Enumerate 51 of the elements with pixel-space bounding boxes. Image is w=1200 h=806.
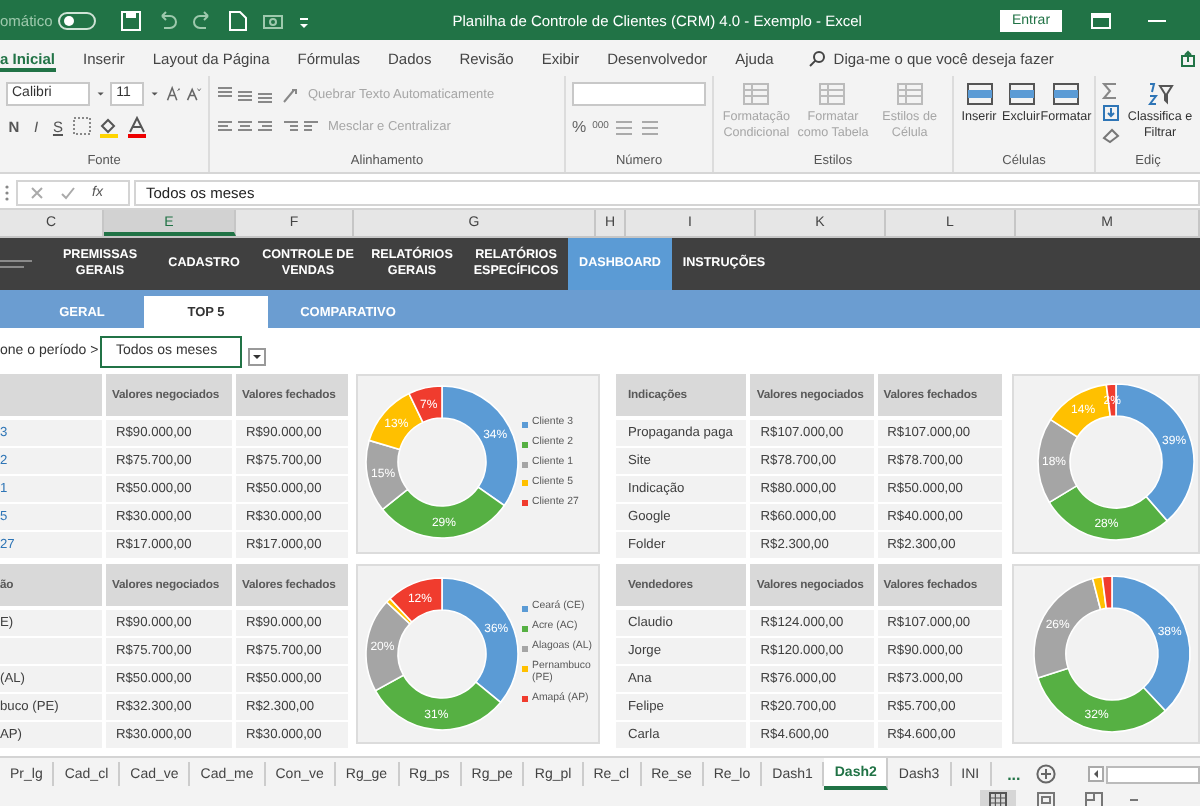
legend-marker	[522, 441, 528, 448]
save-icon[interactable]	[120, 9, 143, 31]
cells-icon	[1052, 82, 1080, 106]
legend-marker	[522, 645, 528, 652]
cells-icon	[1007, 82, 1035, 106]
shrink-font-icon[interactable]	[186, 84, 202, 104]
scroll-left-icon[interactable]	[1088, 766, 1105, 782]
sort-filter-icon	[1146, 82, 1174, 106]
legend-marker	[522, 480, 528, 487]
grow-font-icon[interactable]	[165, 84, 181, 104]
legend-marker	[522, 500, 528, 507]
normal-view-icon[interactable]	[980, 790, 1016, 806]
fill-color-icon[interactable]	[98, 115, 120, 137]
undo-icon[interactable]	[156, 9, 179, 31]
percent-button[interactable]: %	[572, 117, 587, 135]
redo-icon[interactable]	[192, 9, 215, 31]
ribbon-display-icon[interactable]	[1090, 11, 1112, 29]
align-center-icon[interactable]	[216, 117, 276, 135]
share-icon[interactable]	[1180, 49, 1196, 67]
autosave-toggle[interactable]	[58, 11, 97, 29]
document-icon[interactable]	[228, 9, 249, 31]
align-top-icon[interactable]	[216, 85, 276, 103]
table-icon	[895, 82, 924, 106]
orientation-icon[interactable]	[282, 85, 302, 103]
dropdown-icon[interactable]	[248, 348, 266, 366]
add-sheet-icon[interactable]	[1036, 764, 1057, 784]
camera-icon[interactable]	[262, 9, 285, 31]
legend-marker	[522, 605, 528, 612]
sum-icon[interactable]	[1102, 82, 1120, 100]
cancel-icon[interactable]	[30, 186, 44, 200]
borders-icon[interactable]	[72, 116, 92, 136]
table-icon	[818, 82, 847, 106]
legend-marker	[522, 696, 528, 703]
fill-icon[interactable]	[1102, 104, 1120, 122]
drag-handle-icon[interactable]	[4, 184, 10, 202]
more-sheets-button[interactable]: ...	[1007, 765, 1021, 783]
legend-marker	[522, 625, 528, 632]
legend-marker	[522, 665, 528, 671]
indent-icon[interactable]	[282, 117, 322, 135]
search-icon	[807, 49, 826, 67]
caret-icon	[149, 88, 160, 100]
horizontal-scrollbar[interactable]	[1106, 765, 1200, 783]
enter-icon[interactable]	[60, 186, 76, 200]
legend-marker	[522, 421, 528, 428]
table-icon	[742, 82, 771, 106]
caret-icon	[95, 88, 105, 100]
legend-marker	[522, 461, 528, 468]
eraser-icon[interactable]	[1102, 126, 1120, 144]
cells-icon	[965, 82, 993, 106]
font-color-icon[interactable]	[126, 115, 148, 137]
number-format-field[interactable]	[572, 82, 706, 106]
